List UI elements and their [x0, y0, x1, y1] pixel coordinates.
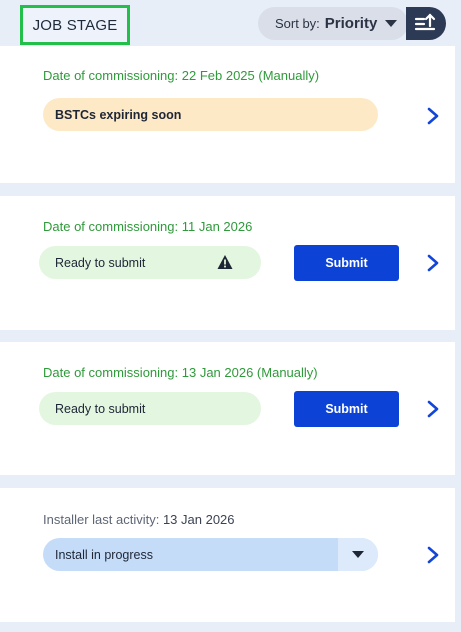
date-label: Date of commissioning: — [43, 68, 179, 83]
date-value: 22 Feb 2025 (Manually) — [181, 68, 320, 83]
chevron-right-icon[interactable] — [425, 545, 441, 565]
job-card[interactable]: Date of commissioning: 13 Jan 2026 (Manu… — [0, 342, 455, 475]
date-value: 11 Jan 2026 — [181, 219, 253, 234]
sort-dropdown[interactable]: Sort by: Priority — [258, 7, 408, 40]
chevron-right-icon[interactable] — [425, 399, 441, 419]
sort-ascending-icon — [414, 12, 436, 30]
status-badge: BSTCs expiring soon — [43, 98, 378, 131]
status-badge: Ready to submit — [39, 392, 261, 425]
warning-icon — [217, 255, 233, 269]
job-card[interactable]: Date of commissioning: 11 Jan 2026 Ready… — [0, 196, 455, 330]
submit-label: Submit — [325, 402, 368, 416]
status-text: Ready to submit — [55, 401, 146, 416]
chevron-right-icon[interactable] — [425, 106, 441, 126]
installer-activity: Installer last activity: 13 Jan 2026 — [43, 512, 235, 527]
date-value: 13 Jan 2026 (Manually) — [181, 365, 318, 380]
sort-order-button[interactable] — [406, 7, 446, 40]
submit-label: Submit — [325, 256, 368, 270]
sort-label: Sort by: — [275, 16, 320, 31]
commissioning-date: Date of commissioning: 22 Feb 2025 (Manu… — [43, 68, 319, 83]
date-value: 13 Jan 2026 — [162, 512, 235, 527]
status-text: Install in progress — [55, 547, 153, 562]
status-badge: Ready to submit — [39, 246, 261, 279]
sort-value: Priority — [324, 15, 378, 32]
chevron-right-icon[interactable] — [425, 253, 441, 273]
caret-down-icon — [385, 20, 397, 27]
job-card[interactable]: Installer last activity: 13 Jan 2026 Ins… — [0, 488, 455, 622]
caret-down-icon — [352, 550, 364, 558]
status-dropdown-toggle[interactable] — [338, 538, 378, 571]
header-bar: JOB STAGE Sort by: Priority — [0, 0, 461, 46]
status-text: BSTCs expiring soon — [55, 107, 182, 122]
commissioning-date: Date of commissioning: 11 Jan 2026 — [43, 219, 252, 234]
status-text: Ready to submit — [55, 255, 146, 270]
job-stage-filter[interactable]: JOB STAGE — [20, 5, 130, 45]
job-stage-label: JOB STAGE — [32, 16, 118, 34]
submit-button[interactable]: Submit — [294, 391, 399, 427]
status-dropdown[interactable]: Install in progress — [43, 538, 378, 571]
commissioning-date: Date of commissioning: 13 Jan 2026 (Manu… — [43, 365, 318, 380]
job-card[interactable]: Date of commissioning: 22 Feb 2025 (Manu… — [0, 46, 455, 183]
date-label: Date of commissioning: — [43, 219, 179, 234]
date-label: Date of commissioning: — [43, 365, 179, 380]
date-label: Installer last activity: — [43, 512, 160, 527]
submit-button[interactable]: Submit — [294, 245, 399, 281]
